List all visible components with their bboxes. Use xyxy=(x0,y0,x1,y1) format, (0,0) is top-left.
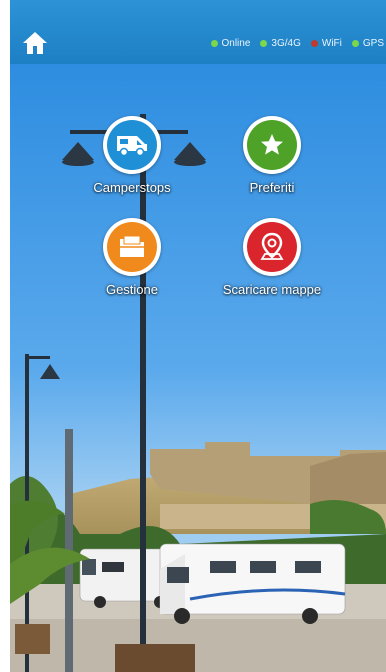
tile-label: Scaricare mappe xyxy=(222,282,322,297)
status-wifi: WiFi xyxy=(310,38,342,49)
status-label: Online xyxy=(221,38,251,49)
status-dot-icon xyxy=(351,40,359,47)
scaricare-mappe-button[interactable]: Scaricare mappe xyxy=(207,218,337,297)
tile-label: Camperstops xyxy=(93,180,171,195)
preferiti-button[interactable]: Preferiti xyxy=(207,116,337,195)
connection-status: Online 3G/4G WiFi GPS xyxy=(210,38,384,49)
top-bar: Online 3G/4G WiFi GPS xyxy=(10,0,386,64)
status-label: WiFi xyxy=(321,38,342,49)
tile-label: Preferiti xyxy=(249,180,295,195)
status-mobile: 3G/4G xyxy=(260,38,301,49)
home-icon[interactable] xyxy=(22,30,48,56)
app-screen: Online 3G/4G WiFi GPS Camperstops Prefer… xyxy=(10,0,386,672)
tile-circle xyxy=(103,116,161,174)
camperstops-button[interactable]: Camperstops xyxy=(67,116,197,195)
tile-circle xyxy=(243,218,301,276)
tile-circle xyxy=(103,218,161,276)
status-label: GPS xyxy=(362,38,384,49)
folder-icon xyxy=(107,222,157,272)
status-label: 3G/4G xyxy=(271,38,301,49)
gestione-button[interactable]: Gestione xyxy=(67,218,197,297)
status-online: Online xyxy=(210,38,251,49)
star-icon xyxy=(247,120,297,170)
status-gps: GPS xyxy=(351,38,384,49)
tile-label: Gestione xyxy=(105,282,159,297)
camper-icon xyxy=(107,120,157,170)
status-dot-icon xyxy=(310,40,318,47)
tile-circle xyxy=(243,116,301,174)
status-dot-icon xyxy=(210,40,218,47)
map-pin-icon xyxy=(247,222,297,272)
status-dot-icon xyxy=(260,40,268,47)
